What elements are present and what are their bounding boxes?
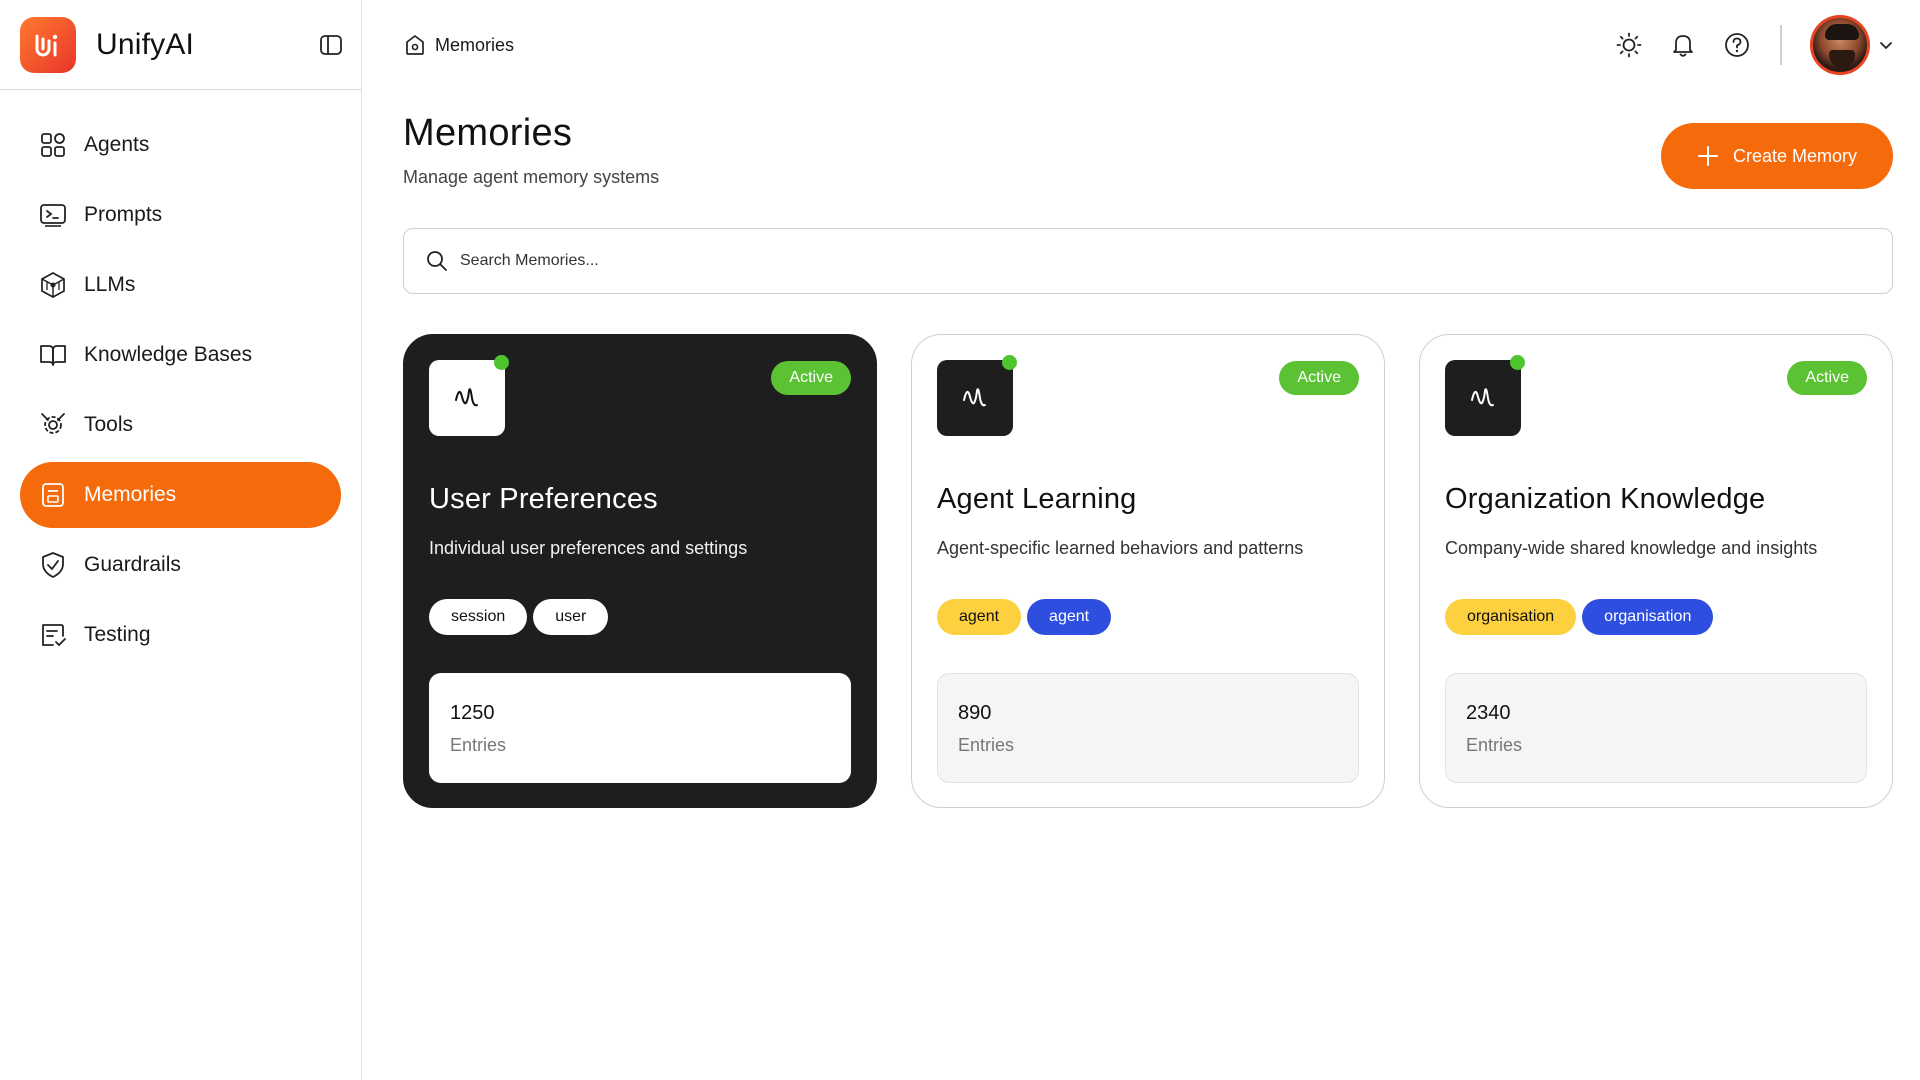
memory-card-description: Company-wide shared knowledge and insigh… bbox=[1445, 538, 1818, 558]
entries-count: 1250 bbox=[450, 702, 495, 724]
memory-cards: Active User Preferences Individual user … bbox=[403, 334, 1893, 808]
cube-network-icon bbox=[38, 270, 68, 300]
sidebar-toggle-button[interactable] bbox=[319, 34, 343, 56]
gear-tools-icon bbox=[38, 410, 68, 440]
memory-card-tags: organisation organisation bbox=[1445, 599, 1719, 635]
header-divider bbox=[1780, 25, 1782, 65]
waveform-icon bbox=[455, 388, 478, 407]
sidebar-nav: Agents Prompts LLMs Knowledge Bases Tool… bbox=[0, 90, 361, 668]
test-list-icon bbox=[38, 620, 68, 650]
sidebar-item-label: Agents bbox=[84, 133, 150, 156]
search-input[interactable] bbox=[460, 252, 1860, 270]
breadcrumb[interactable]: Memories bbox=[403, 33, 514, 57]
tag-chip: agent bbox=[1027, 599, 1112, 635]
memory-card-tags: agent agent bbox=[937, 599, 1117, 635]
memory-card-icon bbox=[429, 360, 505, 436]
tag-chip: user bbox=[533, 599, 609, 635]
shield-icon bbox=[38, 550, 68, 580]
sidebar-item-label: LLMs bbox=[84, 273, 136, 296]
help-button[interactable] bbox=[1720, 28, 1754, 62]
sidebar-panel-icon bbox=[320, 35, 342, 55]
chevron-down-icon[interactable] bbox=[1878, 37, 1894, 53]
sidebar-item-label: Testing bbox=[84, 623, 151, 646]
logo-mark-icon bbox=[35, 34, 58, 56]
status-badge: Active bbox=[771, 361, 851, 395]
status-dot bbox=[1002, 355, 1017, 370]
memory-card-description: Individual user preferences and settings bbox=[429, 538, 748, 558]
brand: UnifyAI bbox=[0, 0, 361, 90]
notifications-button[interactable] bbox=[1666, 28, 1700, 62]
tag-chip: agent bbox=[937, 599, 1022, 635]
main-content: Memories Manage agent memory systems Cre… bbox=[403, 90, 1893, 808]
memory-card-description: Agent-specific learned behaviors and pat… bbox=[937, 538, 1304, 558]
tag-chip: organisation bbox=[1445, 599, 1577, 635]
help-circle-icon bbox=[1725, 33, 1749, 57]
memory-icon bbox=[38, 480, 68, 510]
tag-chip: session bbox=[429, 599, 528, 635]
entries-count: 2340 bbox=[1466, 702, 1511, 724]
memory-card-title: Organization Knowledge bbox=[1445, 483, 1766, 515]
memory-card-organization-knowledge[interactable]: Active Organization Knowledge Company-wi… bbox=[1419, 334, 1893, 808]
memory-card-agent-learning[interactable]: Active Agent Learning Agent-specific lea… bbox=[911, 334, 1385, 808]
terminal-icon bbox=[38, 200, 68, 230]
memory-home-icon bbox=[406, 35, 424, 55]
memory-card-icon bbox=[1445, 360, 1521, 436]
create-memory-label: Create Memory bbox=[1732, 145, 1858, 166]
status-dot bbox=[494, 355, 509, 370]
user-avatar[interactable] bbox=[1810, 15, 1870, 75]
app-name: UnifyAI bbox=[96, 27, 195, 61]
waveform-icon bbox=[963, 388, 986, 407]
sidebar-item-guardrails[interactable]: Guardrails bbox=[20, 532, 341, 598]
entries-stat: 2340 Entries bbox=[1445, 673, 1867, 783]
sidebar-item-testing[interactable]: Testing bbox=[20, 602, 341, 668]
create-memory-button[interactable]: Create Memory bbox=[1661, 123, 1893, 189]
status-badge: Active bbox=[1279, 361, 1359, 395]
status-badge: Active bbox=[1787, 361, 1867, 395]
top-bar: Memories bbox=[363, 0, 1920, 90]
sidebar-item-memories[interactable]: Memories bbox=[20, 462, 341, 528]
status-dot bbox=[1510, 355, 1525, 370]
sidebar-item-label: Knowledge Bases bbox=[84, 343, 253, 366]
memory-card-title: Agent Learning bbox=[937, 483, 1137, 515]
memory-card-tags: session user bbox=[429, 599, 614, 635]
bell-icon bbox=[1673, 35, 1693, 57]
entries-stat: 890 Entries bbox=[937, 673, 1359, 783]
search-icon bbox=[427, 251, 447, 271]
entries-stat: 1250 Entries bbox=[429, 673, 851, 783]
sidebar-item-llms[interactable]: LLMs bbox=[20, 252, 341, 318]
entries-label: Entries bbox=[958, 735, 1015, 755]
sidebar-item-label: Guardrails bbox=[84, 553, 181, 576]
sun-icon bbox=[1616, 32, 1642, 58]
unifyai-logo[interactable] bbox=[20, 16, 76, 73]
sidebar: UnifyAI Agents Prompts LLMs Knowledge Ba… bbox=[0, 0, 362, 1080]
sidebar-item-label: Memories bbox=[84, 483, 177, 506]
header-actions bbox=[1592, 15, 1894, 75]
sidebar-item-label: Prompts bbox=[84, 203, 163, 226]
theme-toggle-button[interactable] bbox=[1612, 28, 1646, 62]
entries-count: 890 bbox=[958, 702, 992, 724]
plus-icon bbox=[1697, 145, 1719, 167]
memory-card-user-preferences[interactable]: Active User Preferences Individual user … bbox=[403, 334, 877, 808]
memory-card-title: User Preferences bbox=[429, 483, 658, 515]
entries-label: Entries bbox=[450, 735, 507, 755]
sidebar-item-tools[interactable]: Tools bbox=[20, 392, 341, 458]
search-bar bbox=[403, 228, 1893, 294]
sidebar-item-knowledge-bases[interactable]: Knowledge Bases bbox=[20, 322, 341, 388]
entries-label: Entries bbox=[1466, 735, 1523, 755]
memory-card-icon bbox=[937, 360, 1013, 436]
sidebar-item-prompts[interactable]: Prompts bbox=[20, 182, 341, 248]
tag-chip: organisation bbox=[1582, 599, 1714, 635]
sidebar-item-agents[interactable]: Agents bbox=[20, 112, 341, 178]
book-icon bbox=[38, 340, 68, 370]
breadcrumb-label: Memories bbox=[435, 34, 515, 55]
waveform-icon bbox=[1471, 388, 1494, 407]
grid-icon bbox=[38, 130, 68, 160]
sidebar-item-label: Tools bbox=[84, 413, 134, 436]
